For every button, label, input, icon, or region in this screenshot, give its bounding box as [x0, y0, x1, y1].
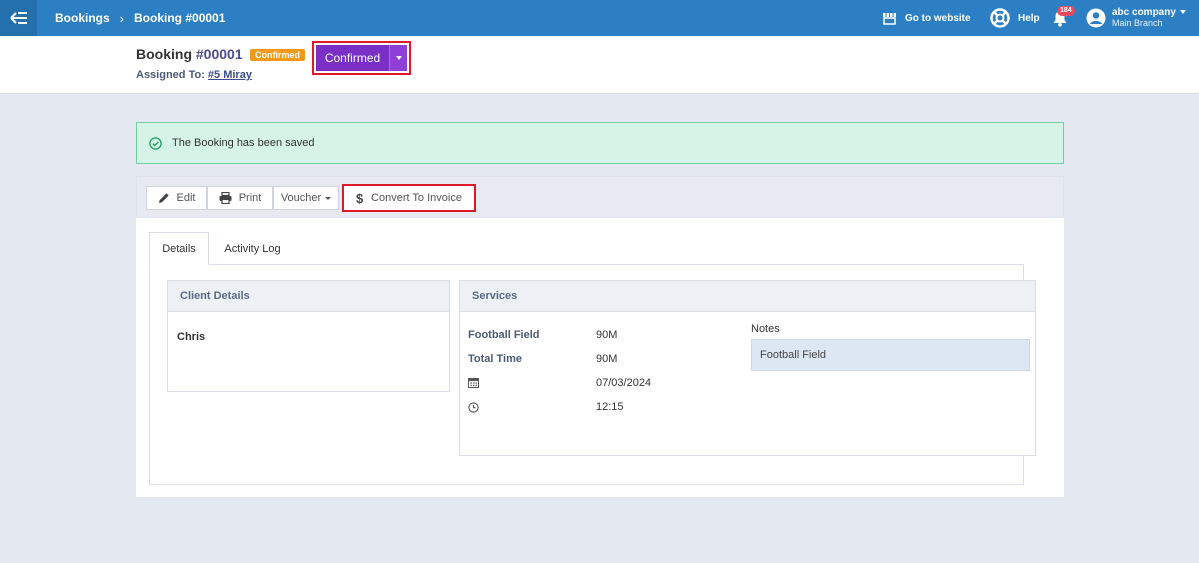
services-panel: Services Football Field 90M Total Time 9…: [459, 280, 1036, 456]
go-to-website-link[interactable]: Go to website: [882, 0, 971, 36]
print-label: Print: [238, 192, 262, 204]
notes-label: Notes: [751, 323, 780, 335]
action-toolbar: Edit Print Voucher $ Convert To Invoice: [136, 176, 1064, 218]
clock-icon: [468, 402, 479, 413]
status-badge: Confirmed: [250, 49, 305, 61]
user-avatar-icon: [1086, 8, 1106, 28]
pencil-icon: [158, 193, 169, 203]
menu-collapse-icon: [9, 12, 27, 24]
user-info: abc company Main Branch: [1112, 7, 1186, 29]
service-duration: 90M: [596, 329, 618, 341]
status-select-button[interactable]: Confirmed: [316, 45, 389, 71]
caret-down-icon: [395, 56, 402, 60]
breadcrumb-bookings[interactable]: Bookings: [55, 11, 110, 25]
success-alert: The Booking has been saved: [136, 122, 1064, 164]
assigned-link[interactable]: #5 Miray: [208, 69, 252, 81]
dollar-icon: $: [356, 192, 364, 205]
top-navbar: Bookings › Booking #00001 Go to website …: [0, 0, 1199, 36]
service-name-label: Football Field: [468, 329, 540, 341]
total-time-label: Total Time: [468, 353, 522, 365]
breadcrumb: Bookings › Booking #00001: [55, 0, 225, 36]
help-link[interactable]: Help: [990, 0, 1040, 36]
printer-icon: [219, 192, 232, 204]
edit-button[interactable]: Edit: [146, 186, 207, 210]
booking-date: 07/03/2024: [596, 377, 652, 389]
alert-message: The Booking has been saved: [172, 137, 315, 149]
services-heading: Services: [460, 281, 1035, 312]
check-circle-icon: [149, 136, 162, 150]
page-header: Booking #00001 Confirmed Assigned To: #5…: [0, 36, 1199, 94]
client-details-panel: Client Details Chris: [167, 280, 450, 392]
voucher-label: Voucher: [280, 192, 322, 204]
back-button[interactable]: [0, 0, 37, 36]
breadcrumb-current: Booking #00001: [134, 11, 226, 25]
tab-activity-log[interactable]: Activity Log: [216, 232, 289, 265]
booking-time: 12:15: [596, 401, 624, 413]
booking-details-card: Details Activity Log Client Details Chri…: [136, 218, 1064, 497]
status-dropdown-toggle[interactable]: [389, 45, 407, 71]
assigned-label: Assigned To:: [136, 69, 205, 81]
calendar-icon: [468, 378, 479, 388]
go-to-website-label: Go to website: [905, 12, 971, 24]
storefront-icon: [883, 12, 896, 25]
help-label: Help: [1018, 12, 1040, 24]
print-button[interactable]: Print: [207, 186, 273, 210]
booking-number: #00001: [195, 46, 243, 62]
caret-down-icon: [1179, 10, 1186, 15]
user-menu[interactable]: abc company Main Branch: [1086, 0, 1186, 36]
voucher-dropdown[interactable]: Voucher: [273, 186, 339, 210]
total-time-value: 90M: [596, 353, 618, 365]
status-dropdown[interactable]: Confirmed: [312, 41, 411, 75]
notifications-count-badge: 184: [1057, 6, 1075, 16]
assigned-to: Assigned To: #5 Miray: [136, 69, 252, 81]
page-title: Booking #00001: [136, 46, 243, 62]
client-details-heading: Client Details: [168, 281, 449, 312]
caret-down-icon: [325, 196, 332, 200]
details-tab-pane: Client Details Chris Services Football F…: [149, 264, 1036, 485]
user-branch: Main Branch: [1112, 18, 1163, 28]
convert-label: Convert To Invoice: [371, 192, 462, 204]
page-title-text: Booking: [136, 46, 192, 62]
svg-text:$: $: [356, 192, 364, 205]
lifebuoy-icon: [990, 8, 1010, 28]
user-company: abc company: [1112, 7, 1176, 18]
notes-value: Football Field: [751, 339, 1030, 371]
edit-label: Edit: [176, 192, 196, 204]
breadcrumb-separator: ›: [119, 10, 125, 26]
tab-details[interactable]: Details: [149, 232, 209, 265]
convert-to-invoice-button[interactable]: $ Convert To Invoice: [342, 184, 476, 212]
client-name: Chris: [177, 331, 206, 343]
